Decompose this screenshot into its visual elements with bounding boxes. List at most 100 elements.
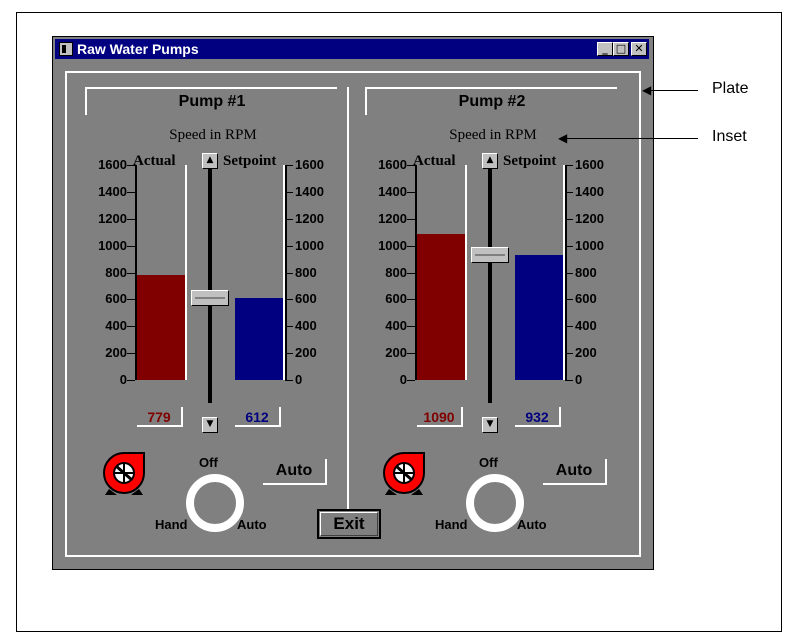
auto-mode-button[interactable]: Auto — [263, 459, 327, 485]
exit-button[interactable]: Exit — [317, 509, 381, 539]
setpoint-scale-tick — [565, 299, 573, 301]
actual-scale-tick — [407, 191, 415, 193]
actual-scale-tick — [127, 353, 135, 355]
switch-off-label: Off — [479, 455, 498, 470]
setpoint-scale-label: 1600 — [575, 157, 604, 172]
actual-scale-tick — [407, 245, 415, 247]
plate-callout-arrow: ◀ — [642, 83, 652, 97]
setpoint-scale-tick — [565, 272, 573, 274]
plate-callout-label: Plate — [712, 80, 749, 97]
title-bar[interactable]: Raw Water Pumps _ □ ✕ — [55, 39, 649, 59]
setpoint-scale-label: 0 — [295, 372, 303, 387]
setpoint-scale-label: 200 — [575, 345, 597, 361]
actual-scale-label: 0 — [399, 372, 407, 387]
setpoint-slider-track[interactable] — [488, 153, 492, 403]
switch-auto-label: Auto — [237, 517, 267, 532]
setpoint-slider-thumb[interactable] — [191, 289, 229, 306]
slider-up-arrow-button[interactable]: ▲ — [202, 153, 218, 169]
actual-scale-label: 0 — [119, 372, 127, 387]
setpoint-slider-track[interactable] — [208, 153, 212, 403]
slider-down-arrow-button[interactable]: ▼ — [202, 417, 218, 433]
setpoint-scale-tick — [285, 326, 293, 328]
actual-scale-tick — [407, 165, 415, 166]
setpoint-scale-tick — [285, 245, 293, 247]
actual-scale-label: 800 — [105, 264, 127, 280]
actual-scale-label: 1000 — [98, 237, 127, 253]
setpoint-value[interactable]: 932 — [515, 407, 561, 427]
hand-off-auto-switch[interactable] — [186, 474, 244, 532]
setpoint-bar — [235, 165, 285, 380]
setpoint-scale-label: 1400 — [575, 183, 604, 199]
setpoint-scale-label: 600 — [575, 291, 597, 307]
setpoint-bar-fill — [515, 254, 563, 380]
actual-scale-label: 200 — [385, 345, 407, 361]
actual-scale-tick — [127, 191, 135, 193]
inset-callout-line — [562, 138, 698, 139]
close-button[interactable]: ✕ — [631, 42, 647, 56]
actual-scale-tick — [407, 218, 415, 220]
inset-callout-arrow: ◀ — [558, 131, 568, 145]
actual-scale-label: 600 — [385, 291, 407, 307]
setpoint-scale-label: 400 — [295, 318, 317, 334]
setpoint-scale-tick — [285, 272, 293, 274]
setpoint-scale-tick — [565, 191, 573, 193]
setpoint-scale-label: 200 — [295, 345, 317, 361]
actual-scale-label: 800 — [385, 264, 407, 280]
raw-water-pumps-window: Raw Water Pumps _ □ ✕ Pump #1 Speed in RP… — [52, 36, 654, 570]
actual-scale-label: 1400 — [378, 183, 407, 199]
switch-auto-label: Auto — [517, 517, 547, 532]
actual-scale-tick — [407, 353, 415, 355]
actual-scale-label: 600 — [105, 291, 127, 307]
pump-icon — [381, 449, 427, 497]
setpoint-value[interactable]: 612 — [235, 407, 281, 427]
switch-off-label: Off — [199, 455, 218, 470]
pump-title: Pump #1 — [85, 87, 337, 115]
setpoint-scale-label: 1600 — [295, 157, 324, 172]
actual-value: 779 — [137, 407, 183, 427]
actual-scale-tick — [127, 165, 135, 166]
auto-mode-button[interactable]: Auto — [543, 459, 607, 485]
setpoint-scale-tick — [565, 165, 573, 166]
setpoint-scale-label: 1000 — [575, 237, 604, 253]
actual-scale-tick — [407, 380, 415, 381]
actual-scale-label: 400 — [105, 318, 127, 334]
inset-callout-label: Inset — [712, 128, 747, 145]
actual-bar-fill — [417, 233, 465, 380]
setpoint-scale-label: 1200 — [575, 210, 604, 226]
plate-callout-line — [646, 90, 698, 91]
speed-label: Speed in RPM — [169, 127, 257, 143]
setpoint-scale-tick — [565, 218, 573, 220]
actual-scale-label: 400 — [385, 318, 407, 334]
setpoint-scale-tick — [285, 218, 293, 220]
panel-divider — [347, 87, 349, 537]
actual-scale-tick — [127, 299, 135, 301]
setpoint-slider-thumb[interactable] — [471, 246, 509, 263]
setpoint-scale-label: 1000 — [295, 237, 324, 253]
pump-title: Pump #2 — [365, 87, 617, 115]
actual-scale-tick — [127, 380, 135, 381]
setpoint-scale-label: 800 — [575, 264, 597, 280]
setpoint-scale-label: 600 — [295, 291, 317, 307]
actual-scale-label: 200 — [105, 345, 127, 361]
actual-value: 1090 — [417, 407, 463, 427]
switch-hand-label: Hand — [155, 517, 188, 532]
actual-scale-label: 1000 — [378, 237, 407, 253]
hand-off-auto-switch[interactable] — [466, 474, 524, 532]
setpoint-scale-tick — [285, 380, 293, 381]
actual-bar — [417, 165, 467, 380]
actual-scale-label: 1600 — [98, 157, 127, 172]
setpoint-scale-tick — [285, 353, 293, 355]
setpoint-bar-fill — [235, 297, 283, 380]
setpoint-scale-tick — [285, 165, 293, 166]
actual-scale-label: 1200 — [98, 210, 127, 226]
maximize-button[interactable]: □ — [613, 42, 629, 56]
minimize-button[interactable]: _ — [597, 42, 613, 56]
switch-hand-label: Hand — [435, 517, 468, 532]
actual-scale-label: 1200 — [378, 210, 407, 226]
slider-up-arrow-button[interactable]: ▲ — [482, 153, 498, 169]
pump-icon — [101, 449, 147, 497]
actual-scale-tick — [127, 326, 135, 328]
slider-down-arrow-button[interactable]: ▼ — [482, 417, 498, 433]
actual-bar-fill — [137, 275, 185, 380]
window-title: Raw Water Pumps — [77, 41, 199, 57]
